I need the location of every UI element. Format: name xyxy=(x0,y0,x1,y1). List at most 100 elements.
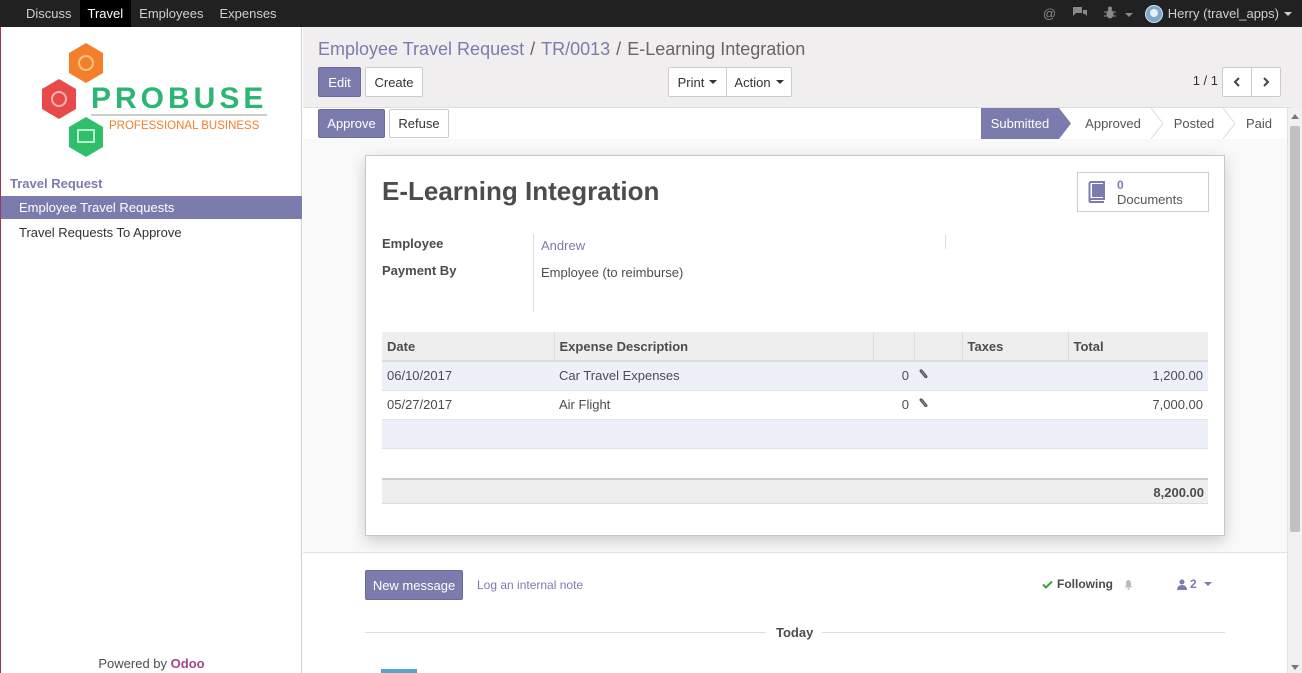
pager-previous-button[interactable] xyxy=(1222,67,1252,97)
logo-subtext: PROFESSIONAL BUSINESS xyxy=(109,120,260,132)
company-logo: PROBUSE PROFESSIONAL BUSINESS xyxy=(42,43,267,157)
employee-field[interactable]: Andrew xyxy=(541,238,585,253)
followers-count: 2 xyxy=(1190,577,1197,591)
chevron-down-icon xyxy=(1203,582,1212,586)
avatar xyxy=(1144,4,1163,23)
new-message-button[interactable]: New message xyxy=(365,570,463,600)
menu-employees[interactable]: Employees xyxy=(131,0,211,27)
sidebar: PROBUSE PROFESSIONAL BUSINESS Travel Req… xyxy=(0,27,302,673)
stage-submitted[interactable]: Submitted xyxy=(981,108,1059,139)
column-taxes[interactable]: Taxes xyxy=(962,332,1069,362)
chat-bubbles-icon[interactable] xyxy=(1064,6,1096,22)
documents-count: 0 xyxy=(1117,177,1124,192)
cell-taxes xyxy=(962,361,1068,391)
log-note-link[interactable]: Log an internal note xyxy=(477,578,583,592)
field-divider xyxy=(533,234,534,312)
stage-approved[interactable]: Approved xyxy=(1073,108,1153,139)
pager-next-button[interactable] xyxy=(1251,67,1281,97)
followers-button[interactable]: 2 xyxy=(1177,577,1212,591)
top-navbar: Discuss Travel Employees Expenses @ Herr… xyxy=(0,0,1302,27)
documents-button[interactable]: 0 Documents xyxy=(1077,172,1209,212)
cell-date: 06/10/2017 xyxy=(382,361,554,391)
divider xyxy=(822,632,1225,633)
cell-attachment xyxy=(914,390,962,420)
odoo-link[interactable]: Odoo xyxy=(171,656,205,671)
divider xyxy=(365,632,765,633)
scrollbar[interactable] xyxy=(1287,108,1302,673)
stage-paid[interactable]: Paid xyxy=(1235,108,1283,139)
action-label: Action xyxy=(734,74,771,90)
paperclip-icon[interactable] xyxy=(919,368,929,380)
print-label: Print xyxy=(677,74,705,90)
cell-quantity: 0 xyxy=(873,361,914,391)
sidebar-item-employee-travel-requests[interactable]: Employee Travel Requests xyxy=(1,196,302,219)
sidebar-item-travel-requests-to-approve[interactable]: Travel Requests To Approve xyxy=(1,221,302,244)
today-separator: Today xyxy=(776,625,814,640)
scroll-up-icon[interactable] xyxy=(1291,114,1299,119)
table-row-empty xyxy=(382,419,1208,449)
table-row[interactable]: 05/27/2017 Air Flight 0 7,000.00 xyxy=(382,390,1208,420)
chevron-left-icon xyxy=(1233,77,1240,87)
chevron-right-icon xyxy=(1263,77,1270,87)
table-row[interactable]: 06/10/2017 Car Travel Expenses 0 1,200.0… xyxy=(382,361,1208,391)
at-sign-icon[interactable]: @ xyxy=(1035,6,1064,21)
bug-icon[interactable] xyxy=(1096,6,1141,22)
powered-prefix: Powered by xyxy=(98,656,168,671)
check-icon xyxy=(1042,580,1053,589)
payment-by-field[interactable]: Employee (to reimburse) xyxy=(541,265,683,280)
breadcrumb: Employee Travel Request / TR/0013 / E-Le… xyxy=(318,39,805,60)
column-date[interactable]: Date xyxy=(382,332,555,362)
book-icon xyxy=(1088,181,1105,203)
menu-travel[interactable]: Travel xyxy=(79,0,132,27)
status-bar: Approve Refuse Submitted Approved Posted… xyxy=(303,107,1291,139)
stage-arrow xyxy=(1223,108,1235,139)
employee-label: Employee xyxy=(382,236,444,251)
user-menu[interactable]: Herry (travel_apps) xyxy=(1141,4,1302,23)
documents-label: Documents xyxy=(1117,191,1183,207)
stage-arrow xyxy=(1059,108,1071,139)
breadcrumb-ref[interactable]: TR/0013 xyxy=(541,39,610,60)
control-panel: Employee Travel Request / TR/0013 / E-Le… xyxy=(303,27,1302,139)
edit-button[interactable]: Edit xyxy=(318,67,361,97)
chevron-down-icon xyxy=(775,80,784,84)
column-total[interactable]: Total xyxy=(1068,332,1208,362)
bell-icon[interactable] xyxy=(1123,579,1134,590)
menu-discuss[interactable]: Discuss xyxy=(18,0,80,27)
stage-posted[interactable]: Posted xyxy=(1163,108,1225,139)
refuse-button[interactable]: Refuse xyxy=(389,109,449,138)
paperclip-icon[interactable] xyxy=(919,397,929,409)
payment-by-label: Payment By xyxy=(382,263,457,278)
column-quantity[interactable] xyxy=(873,332,915,362)
approve-button[interactable]: Approve xyxy=(318,109,385,138)
cell-attachment xyxy=(914,361,962,391)
breadcrumb-root[interactable]: Employee Travel Request xyxy=(318,39,524,60)
table-header-row: Date Expense Description Taxes Total xyxy=(382,332,1208,362)
breadcrumb-current: E-Learning Integration xyxy=(627,39,806,59)
sidebar-section-travel-request: Travel Request xyxy=(10,176,103,191)
stage-arrow xyxy=(1151,108,1163,139)
grand-total-row: 8,200.00 xyxy=(382,478,1208,504)
logo-text: PROBUSE xyxy=(91,82,267,115)
action-button[interactable]: Action xyxy=(726,67,792,97)
pager-value[interactable]: 1 / 1 xyxy=(1193,73,1218,88)
cell-total: 7,000.00 xyxy=(1068,390,1208,420)
create-button[interactable]: Create xyxy=(365,67,423,97)
following-button[interactable]: Following xyxy=(1042,577,1134,591)
form-sheet: E-Learning Integration 0 Documents Emplo… xyxy=(365,155,1225,536)
chevron-down-icon xyxy=(709,80,718,84)
column-attachment[interactable] xyxy=(914,332,963,362)
column-expense-description[interactable]: Expense Description xyxy=(554,332,874,362)
scroll-down-icon[interactable] xyxy=(1291,665,1299,670)
cell-description: Air Flight xyxy=(554,390,873,420)
cell-total: 1,200.00 xyxy=(1068,361,1208,391)
expense-lines-table: Date Expense Description Taxes Total 06/… xyxy=(382,332,1208,449)
menu-expenses[interactable]: Expenses xyxy=(211,0,284,27)
record-title: E-Learning Integration xyxy=(382,176,660,206)
cell-quantity: 0 xyxy=(873,390,914,420)
cell-taxes xyxy=(962,390,1068,420)
scrollbar-thumb[interactable] xyxy=(1290,126,1300,532)
user-icon xyxy=(1177,579,1187,590)
app-menu: Discuss Travel Employees Expenses xyxy=(0,0,285,27)
print-button[interactable]: Print xyxy=(668,67,727,97)
message-avatar xyxy=(381,669,417,673)
